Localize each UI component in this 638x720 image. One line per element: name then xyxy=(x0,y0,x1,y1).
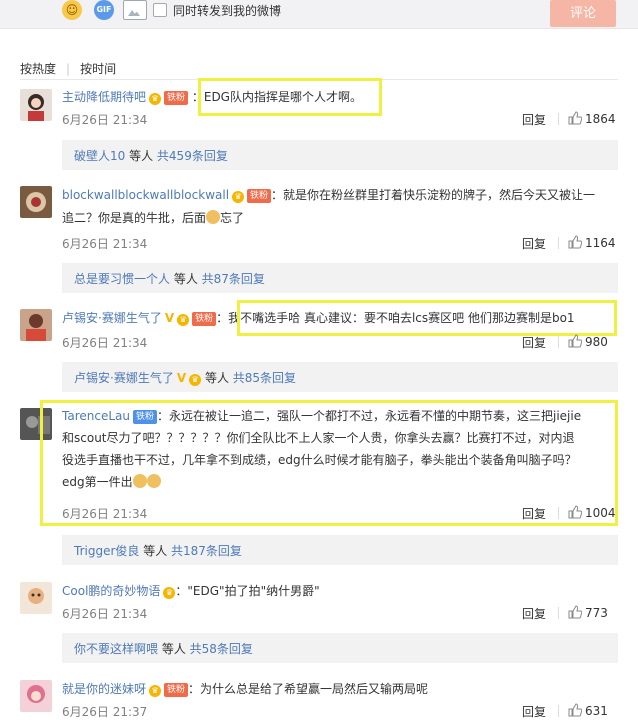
sub-username[interactable]: 破壁人10 xyxy=(74,149,125,163)
like-button[interactable]: 1004 xyxy=(568,505,616,520)
reply-summary[interactable]: 破壁人10 等人 共459条回复 xyxy=(62,140,618,170)
like-count: 980 xyxy=(585,335,608,349)
comment-line: blockwallblockwallblockwall ♛ 铁粉 ：就是你在粉丝群里打… xyxy=(62,186,595,203)
avatar[interactable] xyxy=(20,582,52,614)
like-button[interactable]: 773 xyxy=(568,605,608,620)
repost-label: 同时转发到我的微博 xyxy=(173,4,282,18)
avatar[interactable] xyxy=(20,89,52,121)
comment-button[interactable]: 评论 xyxy=(550,0,616,27)
image-icon[interactable] xyxy=(123,0,147,20)
highlight-box xyxy=(198,78,382,116)
comment-text: ：就是你在粉丝群里打着快乐淀粉的牌子，然后今天又被让一 xyxy=(271,188,596,202)
avatar[interactable] xyxy=(20,680,52,712)
verified-icon: V xyxy=(176,371,187,385)
comment-toolbar: ☺ GIF 同时转发到我的微博 评论 xyxy=(0,0,638,29)
tab-sort-hot[interactable]: 按热度 xyxy=(20,60,56,77)
like-count: 773 xyxy=(585,606,608,620)
sort-tabs: 按热度 | 按时间 xyxy=(20,60,117,77)
like-button[interactable]: 1864 xyxy=(568,111,616,126)
like-count: 1164 xyxy=(585,236,616,250)
avatar[interactable] xyxy=(20,309,52,341)
thumb-up-icon xyxy=(568,605,582,619)
reply-summary[interactable]: 总是要习惯一个人 等人 共87条回复 xyxy=(62,263,618,293)
thumb-up-icon xyxy=(568,235,582,249)
reply-count-link[interactable]: 共187条回复 xyxy=(171,544,242,558)
reply-button[interactable]: 回复 xyxy=(522,703,546,720)
username[interactable]: 就是你的迷妹呀 xyxy=(62,682,146,696)
emoji-icon xyxy=(206,210,221,224)
thumb-up-icon xyxy=(568,111,582,125)
comment-date: 6月26日 21:34 xyxy=(62,607,148,621)
like-button[interactable]: 980 xyxy=(568,334,608,349)
vip-icon: ♛ xyxy=(177,314,190,326)
reply-summary[interactable]: 卢锡安·赛娜生气了 V ♛ 等人 共85条回复 xyxy=(62,362,618,392)
like-button[interactable]: 1164 xyxy=(568,235,616,250)
comment-line: 追二？你是真的牛批，后面 忘了 xyxy=(62,209,244,226)
username[interactable]: 主动降低期待吧 xyxy=(62,90,146,104)
reply-summary[interactable]: 你不要这样啊喂 等人 共58条回复 xyxy=(62,633,618,663)
fan-badge: 铁粉 xyxy=(192,312,217,326)
comment-text: 追二？你是真的牛批，后面 xyxy=(62,211,207,225)
comment-date: 6月26日 21:34 xyxy=(62,237,148,251)
emoji-icon[interactable]: ☺ xyxy=(62,0,82,20)
username[interactable]: blockwallblockwallblockwall xyxy=(62,188,229,202)
fan-badge: 铁粉 xyxy=(164,91,189,105)
reply-button[interactable]: 回复 xyxy=(522,605,546,622)
reply-count-link[interactable]: 共459条回复 xyxy=(157,149,228,163)
like-count: 1864 xyxy=(585,112,616,126)
gif-icon[interactable]: GIF xyxy=(94,0,114,20)
username[interactable]: 卢锡安·赛娜生气了 xyxy=(62,311,162,325)
sub-username[interactable]: 总是要习惯一个人 xyxy=(74,272,170,286)
reply-count-link[interactable]: 共85条回复 xyxy=(233,371,296,385)
comment-date: 6月26日 21:34 xyxy=(62,113,148,127)
reply-button[interactable]: 回复 xyxy=(522,111,546,128)
reply-button[interactable]: 回复 xyxy=(522,334,546,351)
fan-badge: 铁粉 xyxy=(247,189,272,203)
comment-text: ："EDG"拍了拍"纳什男爵" xyxy=(175,584,320,598)
reply-count-link[interactable]: 共87条回复 xyxy=(202,272,265,286)
vip-icon: ♛ xyxy=(149,93,162,105)
like-count: 631 xyxy=(585,704,608,718)
comment-date: 6月26日 21:34 xyxy=(62,507,148,521)
vip-icon: ♛ xyxy=(163,587,176,599)
vip-icon: ♛ xyxy=(232,191,245,203)
comment-date: 6月26日 21:37 xyxy=(62,705,148,719)
reply-button[interactable]: 回复 xyxy=(522,505,546,522)
thumb-up-icon xyxy=(568,703,582,717)
comment-text: ：为什么总是给了希望赢一局然后又输两局呢 xyxy=(188,682,429,696)
sub-username[interactable]: 你不要这样啊喂 xyxy=(74,642,158,656)
vip-icon: ♛ xyxy=(189,374,202,386)
avatar[interactable] xyxy=(20,186,52,218)
vip-icon: ♛ xyxy=(149,685,162,697)
comment-date: 6月26日 21:34 xyxy=(62,336,148,350)
tab-sort-time[interactable]: 按时间 xyxy=(80,60,116,77)
comment-line: Cool鹏的奇妙物语 ♛ ："EDG"拍了拍"纳什男爵" xyxy=(62,582,320,599)
comment-line: 就是你的迷妹呀 ♛ 铁粉 ：为什么总是给了希望赢一局然后又输两局呢 xyxy=(62,680,428,697)
reply-button[interactable]: 回复 xyxy=(522,235,546,252)
like-count: 1004 xyxy=(585,506,616,520)
comment-text: 忘了 xyxy=(220,211,245,225)
thumb-up-icon xyxy=(568,334,582,348)
thumb-up-icon xyxy=(568,505,582,519)
highlight-box xyxy=(237,300,617,336)
repost-checkbox[interactable] xyxy=(153,3,167,17)
verified-icon: V xyxy=(164,311,175,325)
sub-username[interactable]: Trigger俊良 xyxy=(74,544,139,558)
fan-badge: 铁粉 xyxy=(164,683,189,697)
reply-summary[interactable]: Trigger俊良 等人 共187条回复 xyxy=(62,535,618,565)
reply-count-link[interactable]: 共58条回复 xyxy=(190,642,253,656)
like-button[interactable]: 631 xyxy=(568,703,608,718)
sub-username[interactable]: 卢锡安·赛娜生气了 xyxy=(74,371,174,385)
username[interactable]: Cool鹏的奇妙物语 xyxy=(62,584,160,598)
